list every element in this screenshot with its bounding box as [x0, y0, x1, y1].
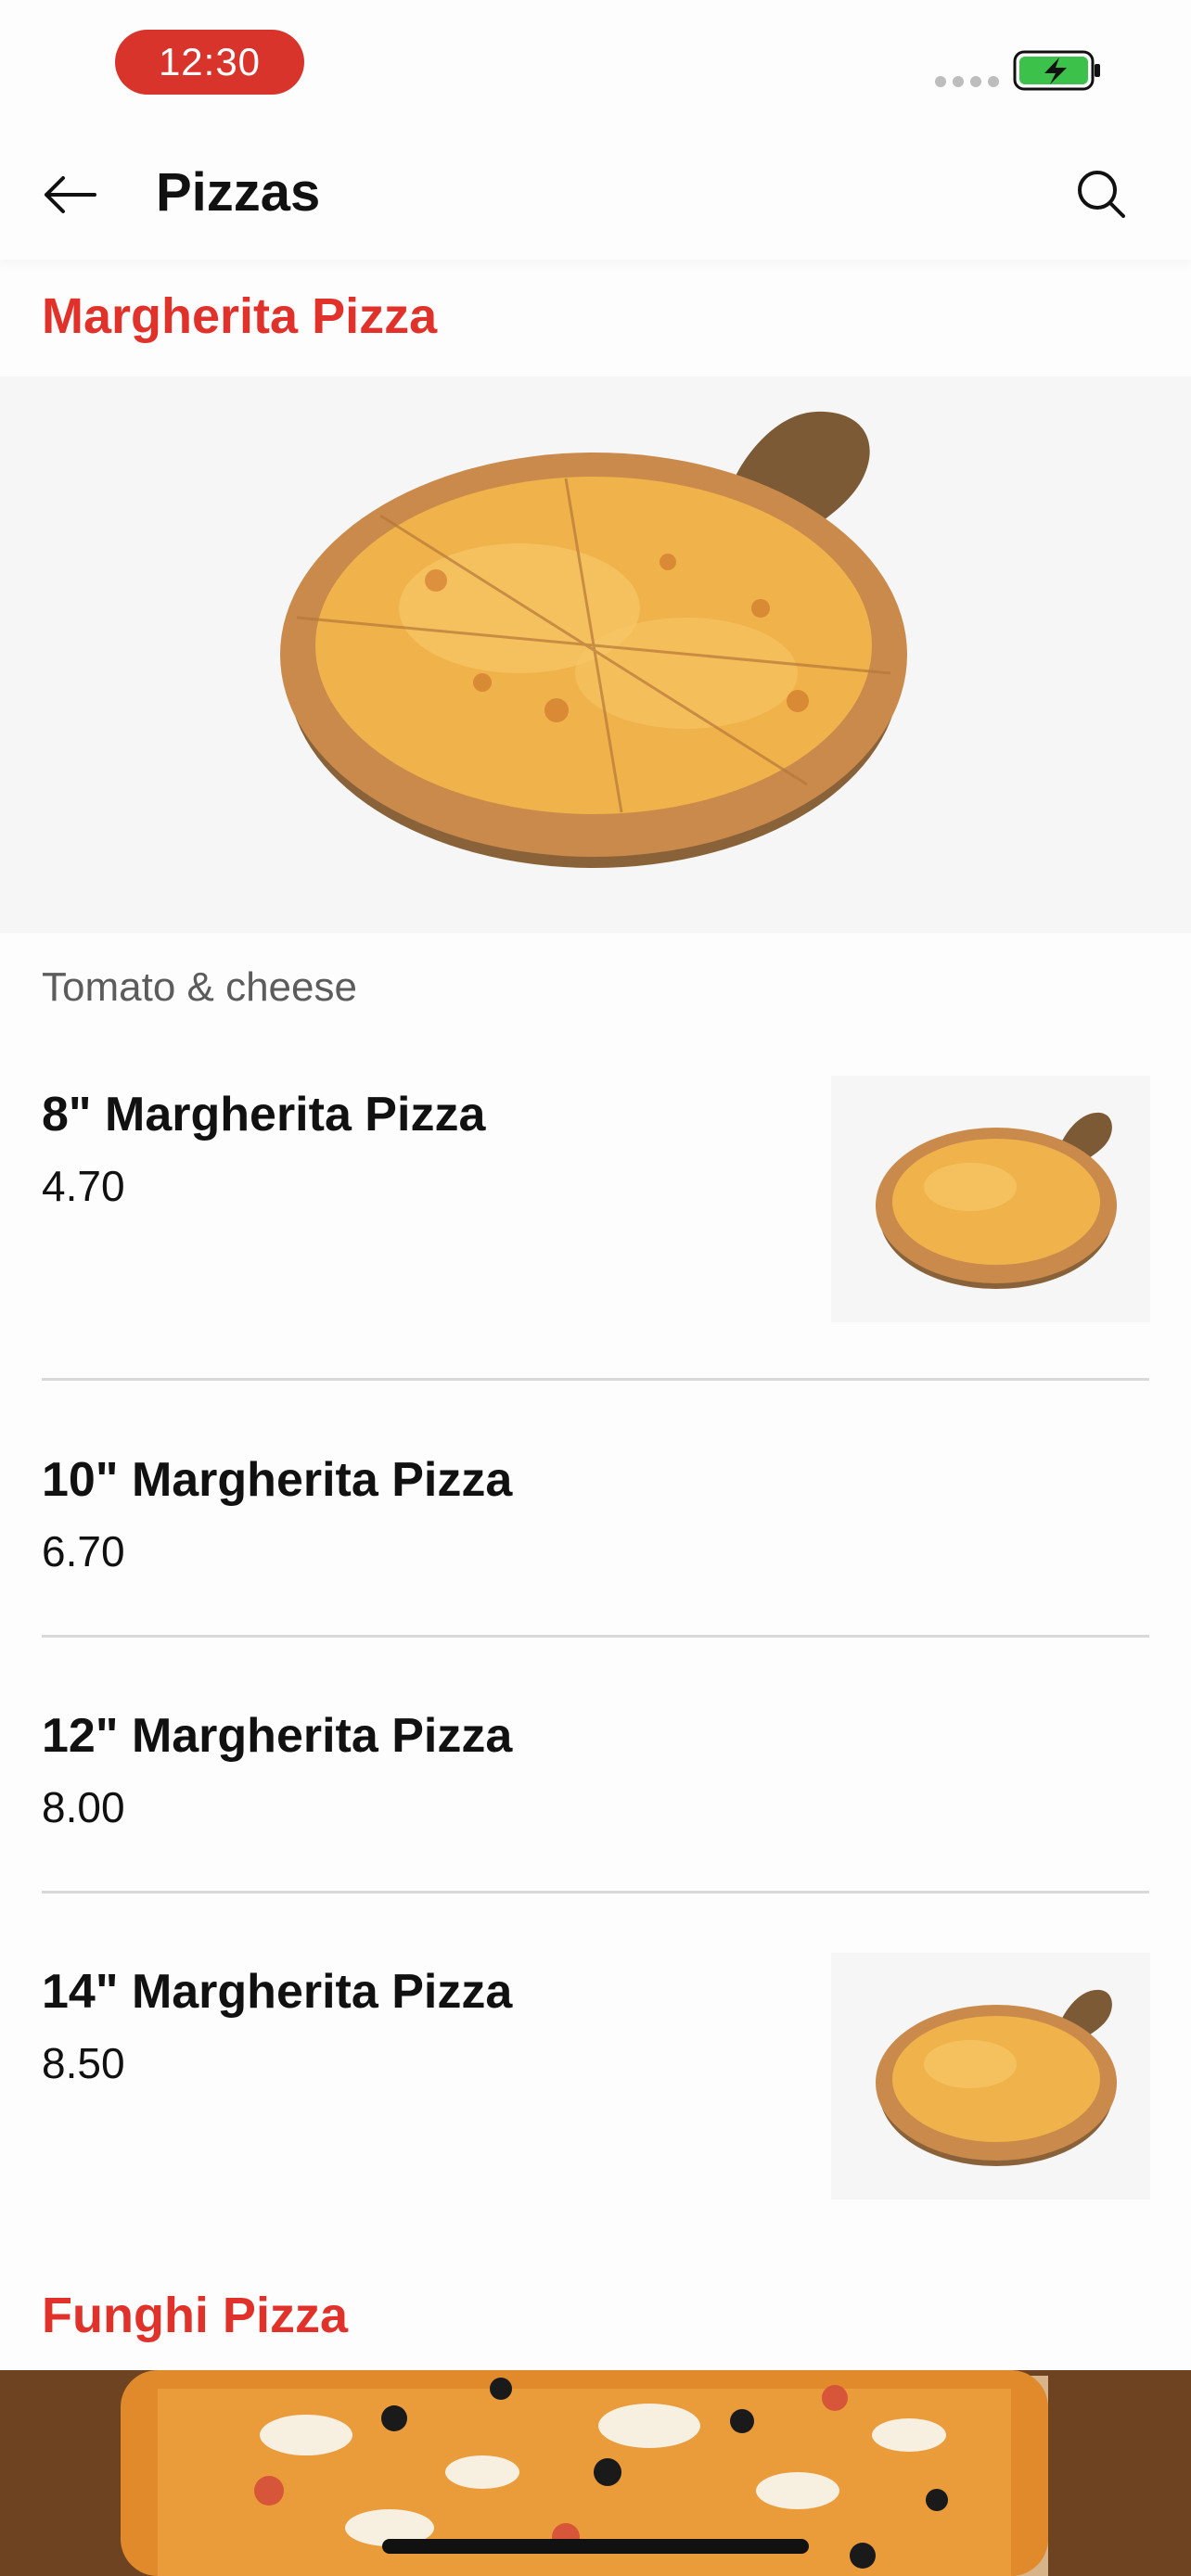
- section-description: Tomato & cheese: [42, 964, 357, 1010]
- page-title: Pizzas: [156, 162, 321, 223]
- battery-charging-icon: [1013, 50, 1100, 91]
- divider: [42, 1635, 1149, 1638]
- home-indicator[interactable]: [382, 2539, 809, 2554]
- item-name: 12" Margherita Pizza: [42, 1709, 513, 1763]
- item-thumbnail: [831, 1953, 1150, 2200]
- search-button[interactable]: [1070, 163, 1132, 224]
- signal-dots-icon: [935, 76, 999, 87]
- status-bar: 12:30: [0, 0, 1191, 130]
- menu-item[interactable]: 10" Margherita Pizza 6.70: [42, 1452, 1149, 1576]
- status-time: 12:30: [115, 30, 304, 95]
- section-title-funghi: Funghi Pizza: [42, 2288, 348, 2343]
- search-icon: [1078, 171, 1125, 218]
- item-name: 10" Margherita Pizza: [42, 1453, 513, 1507]
- arrow-left-icon: [45, 176, 96, 213]
- margherita-hero-image: [0, 376, 1191, 933]
- divider: [42, 1891, 1149, 1894]
- section-title-margherita: Margherita Pizza: [42, 288, 438, 344]
- item-thumbnail: [831, 1076, 1150, 1322]
- divider: [42, 1378, 1149, 1381]
- item-price: 8.00: [42, 1783, 125, 1831]
- nav-bar: Pizzas: [0, 130, 1191, 260]
- item-price: 6.70: [42, 1527, 125, 1575]
- back-button[interactable]: [37, 167, 102, 223]
- menu-item[interactable]: 12" Margherita Pizza 8.00: [42, 1708, 1149, 1832]
